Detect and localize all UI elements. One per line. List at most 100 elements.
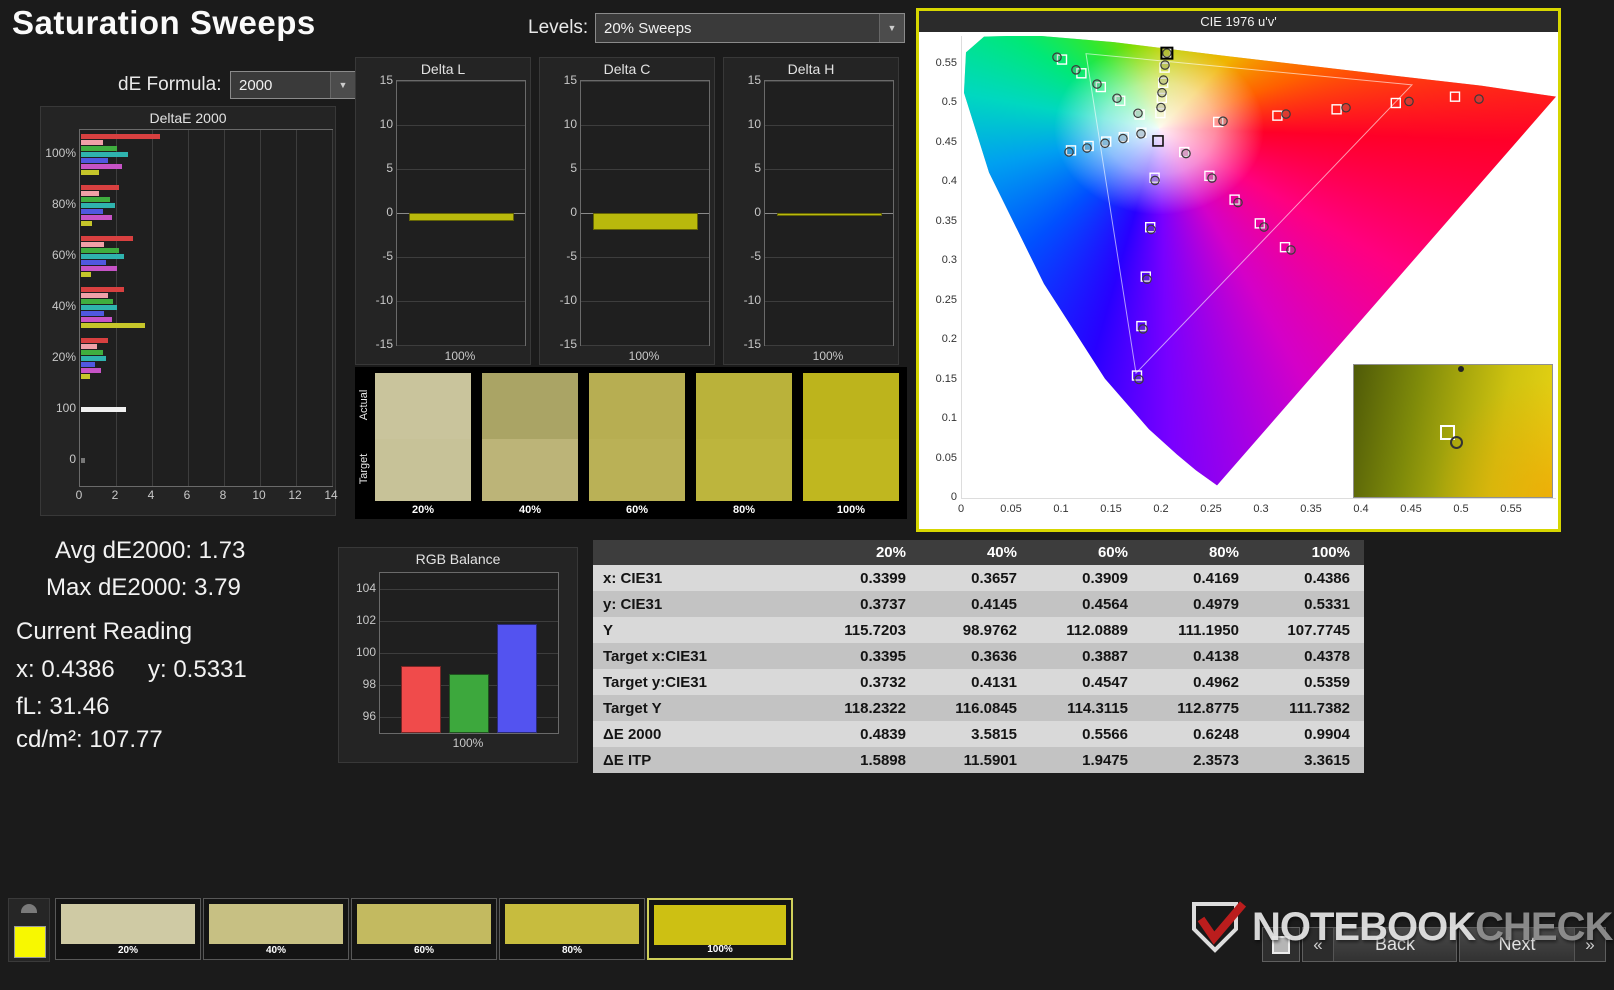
table-cell: 0.4979 [1142, 591, 1253, 617]
table-cell: 0.5331 [1253, 591, 1364, 617]
cie-measured-marker [1341, 102, 1351, 113]
plot-area [764, 80, 894, 346]
de-formula-dropdown[interactable]: 2000 ▼ [230, 71, 356, 99]
column-header: 20% [809, 540, 920, 565]
saturation-swatch-button[interactable]: 100% [647, 898, 793, 960]
actual-swatch [803, 373, 899, 439]
table-cell: 0.4839 [809, 721, 920, 747]
table-cell: 0.9904 [1253, 721, 1364, 747]
deltae-bar [81, 140, 103, 146]
axis-tick-label: 8 [219, 488, 227, 502]
gridline [581, 81, 709, 82]
x-axis-label: 100% [628, 349, 660, 363]
axis-tick-label: 80% [51, 197, 76, 212]
deltae-bar [81, 323, 146, 328]
measurement-table: 20% 40% 60% 80% 100% x: CIE31 0.3399 0.3657 0.39… [593, 540, 1364, 773]
gridline [152, 130, 153, 486]
gridline [397, 125, 525, 126]
delta-l-chart: Delta L 15 10 5 0 -5 -10 -15 100% [355, 57, 531, 365]
cie-measured-marker [1218, 116, 1228, 126]
gridline [765, 345, 893, 346]
notebookcheck-watermark: NOTEBOOK CHECK [1190, 896, 1613, 958]
swatch-column: 20% [375, 373, 471, 519]
table-header-row: 20% 40% 60% 80% 100% [593, 540, 1364, 565]
row-label: ΔE ITP [593, 747, 809, 773]
cie-measured-marker [1092, 79, 1102, 89]
gridline [765, 169, 893, 170]
axis-tick-label: 5 [570, 161, 577, 175]
gridline [380, 621, 558, 622]
cie-measured-marker [1158, 75, 1169, 85]
cie-measured-marker [1162, 48, 1172, 58]
saturation-swatch-button[interactable]: 20% [55, 898, 201, 960]
table-cell: 11.5901 [920, 747, 1031, 773]
swatch-color [505, 904, 639, 944]
y-axis-labels: 15 10 5 0 -5 -10 -15 [362, 73, 393, 351]
gridline [332, 130, 333, 486]
axis-tick-label: 12 [288, 488, 302, 502]
axis-tick-label: 4 [147, 488, 155, 502]
cie-target-marker [1449, 91, 1461, 102]
axis-tick-label: 104 [355, 581, 376, 595]
table-cell: 3.5815 [920, 721, 1031, 747]
row-label: ΔE 2000 [593, 721, 809, 747]
swatch-label: 40% [518, 504, 542, 516]
cie-measured-marker [1207, 173, 1217, 183]
deltae-bar [81, 272, 92, 278]
plot-area [580, 80, 710, 346]
current-y-stat: y: 0.5331 [148, 656, 247, 683]
swatch-label: 80% [732, 504, 756, 516]
deltae-bar [81, 305, 117, 310]
y-axis-labels: 15 10 5 0 -5 -10 -15 [730, 73, 761, 351]
gridline [397, 257, 525, 258]
saturation-swatch-button[interactable]: 60% [351, 898, 497, 960]
gridline [581, 169, 709, 170]
gridline [397, 301, 525, 302]
deltae-bar [81, 209, 103, 215]
axis-tick-label: 20% [51, 349, 76, 364]
notebookcheck-logo-icon [1192, 901, 1246, 953]
page-title: Saturation Sweeps [12, 4, 316, 41]
deltae-bar [81, 373, 90, 379]
saturation-swatch-button[interactable]: 80% [499, 898, 645, 960]
table-cell: 0.3657 [920, 565, 1031, 591]
axis-tick-label: -10 [375, 293, 393, 307]
cie-measured-marker [1156, 102, 1166, 113]
gridline [765, 125, 893, 126]
axis-tick-label: 5 [754, 161, 761, 175]
gridline [581, 125, 709, 126]
column-header [593, 540, 809, 565]
gridline [397, 169, 525, 170]
deltae-bar [81, 254, 125, 260]
deltae-bar [81, 311, 105, 316]
table-cell: 0.3732 [809, 669, 920, 695]
table-cell: 0.6248 [1142, 721, 1253, 747]
table-cell: 0.4564 [1031, 591, 1142, 617]
axis-tick-label: 96 [362, 709, 376, 723]
brand-text-primary: NOTEBOOK [1252, 904, 1476, 949]
axis-tick-label: 100 [55, 400, 76, 415]
deltae-bar [81, 317, 112, 322]
delta-bar [593, 213, 698, 230]
delta-bar [777, 213, 882, 216]
swatch-color [61, 904, 195, 944]
table-cell: 2.3573 [1142, 747, 1253, 773]
saturation-swatch-button[interactable]: 40% [203, 898, 349, 960]
axis-tick-label: 0 [754, 205, 761, 219]
table-cell: 0.3887 [1031, 643, 1142, 669]
table-cell: 0.3399 [809, 565, 920, 591]
table-cell: 118.2322 [809, 695, 920, 721]
actual-swatch [482, 373, 578, 439]
cie-measured-marker [1064, 147, 1074, 157]
table-cell: 1.9475 [1031, 747, 1142, 773]
levels-dropdown[interactable]: 20% Sweeps ▼ [595, 13, 905, 43]
swatch-label: 100% [707, 944, 733, 955]
axis-tick-label: 10 [747, 117, 761, 131]
axis-tick-label: 98 [362, 677, 376, 691]
table-cell: 0.3737 [809, 591, 920, 617]
column-header: 100% [1253, 540, 1364, 565]
calman-app: Saturation Sweeps Levels: 20% Sweeps ▼ d… [0, 0, 1614, 990]
table-cell: 0.4169 [1142, 565, 1253, 591]
actual-target-swatch-panel: Actual Target 20% 40% 60% 80% 100% [355, 367, 907, 519]
cie-measured-marker [1071, 65, 1081, 75]
